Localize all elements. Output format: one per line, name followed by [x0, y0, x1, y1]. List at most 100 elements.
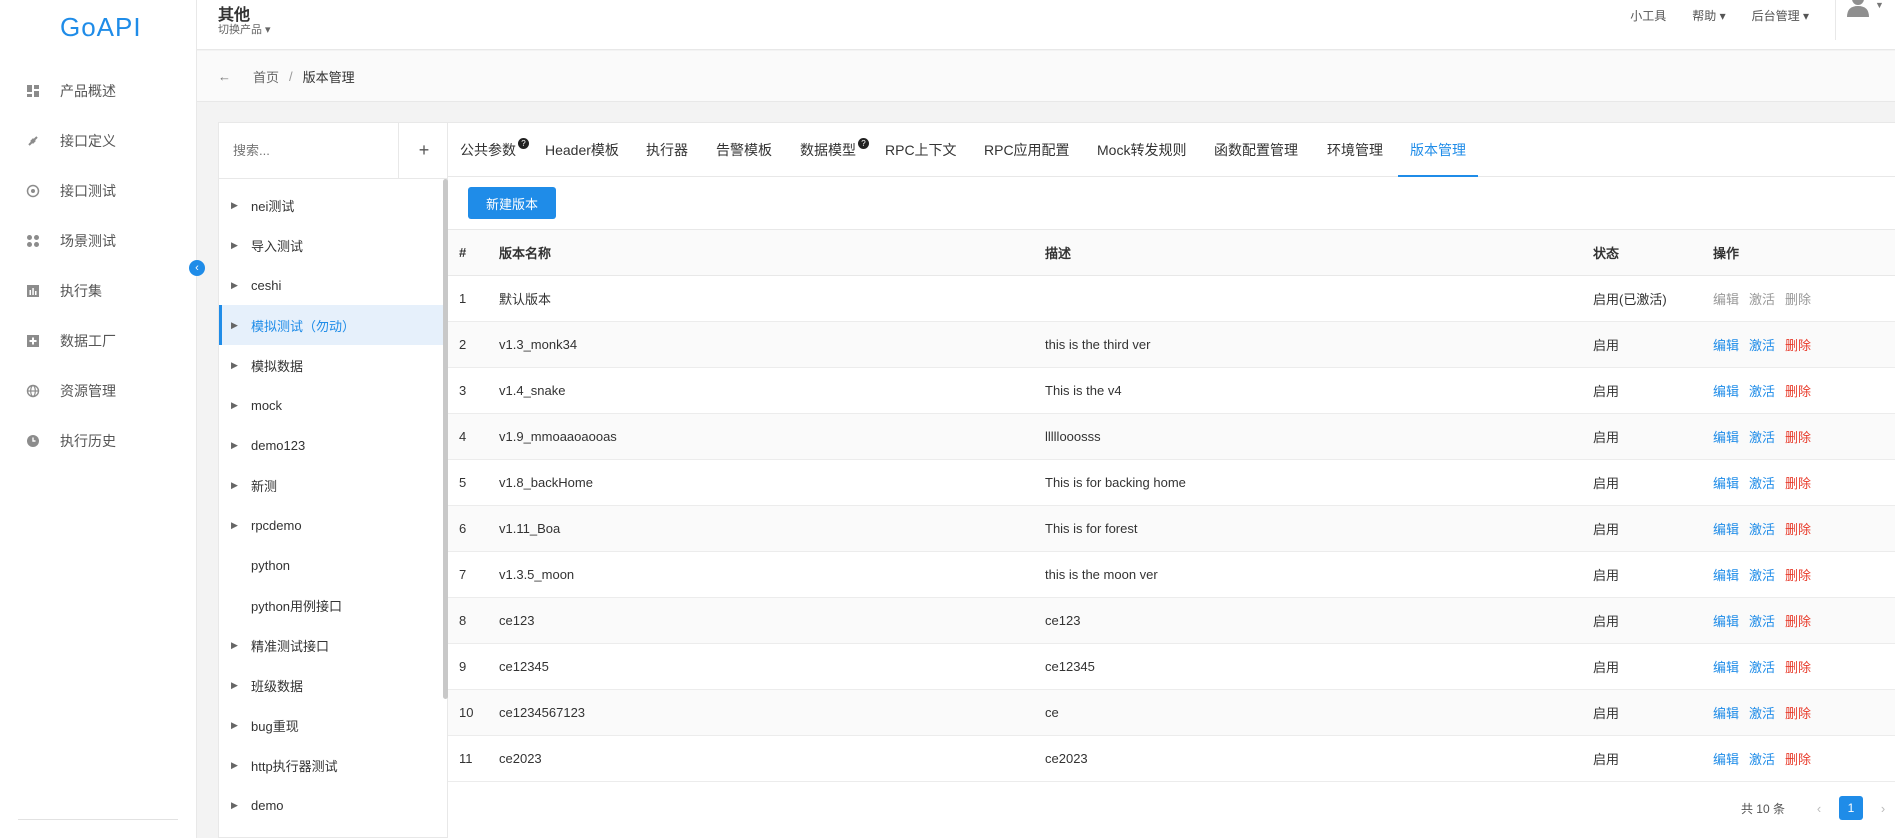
- caret-right-icon[interactable]: ▶: [231, 240, 241, 251]
- nav-item-execution-history[interactable]: 执行历史: [0, 421, 197, 461]
- caret-right-icon[interactable]: ▶: [231, 280, 241, 291]
- nav-item-api-definition[interactable]: 接口定义: [0, 121, 197, 161]
- edit-link[interactable]: 编辑: [1713, 384, 1739, 399]
- tab-alert-template[interactable]: 告警模板: [716, 123, 772, 177]
- tree-item[interactable]: ▶ 导入测试: [219, 225, 445, 265]
- tab-environment[interactable]: 环境管理: [1327, 123, 1383, 177]
- tree-item-selected[interactable]: ▶ 模拟测试（勿动）: [219, 305, 445, 345]
- activate-link[interactable]: 激活: [1749, 476, 1775, 491]
- delete-link[interactable]: 删除: [1785, 476, 1811, 491]
- activate-link[interactable]: 激活: [1749, 430, 1775, 445]
- delete-link[interactable]: 删除: [1785, 522, 1811, 537]
- tree-item[interactable]: ▶ rpcdemo: [219, 505, 445, 545]
- caret-right-icon[interactable]: ▶: [231, 640, 241, 651]
- tab-version-management[interactable]: 版本管理: [1398, 123, 1478, 177]
- delete-link[interactable]: 删除: [1785, 752, 1811, 767]
- tree-item[interactable]: ▶ demo: [219, 785, 445, 825]
- delete-link[interactable]: 删除: [1785, 338, 1811, 353]
- activate-link[interactable]: 激活: [1749, 292, 1775, 307]
- edit-link[interactable]: 编辑: [1713, 660, 1739, 675]
- delete-link[interactable]: 删除: [1785, 292, 1811, 307]
- tab-header-template[interactable]: Header模板: [545, 123, 619, 177]
- back-arrow-icon[interactable]: ←: [218, 69, 231, 84]
- caret-right-icon[interactable]: ▶: [231, 320, 241, 331]
- caret-right-icon[interactable]: ▶: [231, 520, 241, 531]
- tools-link[interactable]: 小工具: [1630, 7, 1666, 24]
- help-icon[interactable]: ?: [518, 138, 529, 149]
- tree-item[interactable]: ▶ mock: [219, 385, 445, 425]
- tab-rpc-context[interactable]: RPC上下文: [885, 123, 957, 177]
- switch-product-dropdown[interactable]: 切换产品 ▾: [218, 21, 271, 37]
- activate-link[interactable]: 激活: [1749, 752, 1775, 767]
- tab-rpc-app-config[interactable]: RPC应用配置: [984, 123, 1070, 177]
- caret-right-icon[interactable]: ▶: [231, 360, 241, 371]
- caret-right-icon[interactable]: ▶: [231, 800, 241, 811]
- user-menu[interactable]: ▼: [1835, 0, 1895, 40]
- delete-link[interactable]: 删除: [1785, 706, 1811, 721]
- tree-item[interactable]: ▶ http执行器测试: [219, 745, 445, 785]
- caret-right-icon[interactable]: ▶: [231, 680, 241, 691]
- caret-right-icon[interactable]: ▶: [231, 200, 241, 211]
- delete-link[interactable]: 删除: [1785, 384, 1811, 399]
- tab-executor[interactable]: 执行器: [646, 123, 688, 177]
- delete-link[interactable]: 删除: [1785, 430, 1811, 445]
- next-page-icon[interactable]: ›: [1871, 801, 1895, 816]
- edit-link[interactable]: 编辑: [1713, 522, 1739, 537]
- cell-index: 4: [448, 413, 499, 460]
- delete-link[interactable]: 删除: [1785, 614, 1811, 629]
- nav-item-scenario-test[interactable]: 场景测试: [0, 221, 197, 261]
- tree-item[interactable]: python用例接口: [219, 585, 445, 625]
- tree-item[interactable]: ▶ demo123: [219, 425, 445, 465]
- tab-data-model[interactable]: 数据模型?: [800, 123, 869, 177]
- edit-link[interactable]: 编辑: [1713, 430, 1739, 445]
- tree-item[interactable]: ▶ bug重现: [219, 705, 445, 745]
- tree-item[interactable]: ▶ 新测: [219, 465, 445, 505]
- tree-item[interactable]: ▶ nei测试: [219, 185, 445, 225]
- tab-function-config[interactable]: 函数配置管理: [1214, 123, 1298, 177]
- prev-page-icon[interactable]: ‹: [1807, 801, 1831, 816]
- add-node-button[interactable]: +: [399, 123, 449, 179]
- tree-item[interactable]: ▶ 班级数据: [219, 665, 445, 705]
- tab-mock-forward-rules[interactable]: Mock转发规则: [1097, 123, 1186, 177]
- activate-link[interactable]: 激活: [1749, 568, 1775, 583]
- activate-link[interactable]: 激活: [1749, 660, 1775, 675]
- goapi-logo[interactable]: GoAPI: [60, 12, 142, 43]
- tree-item[interactable]: python: [219, 545, 445, 585]
- tree-item[interactable]: ▶ ceshi: [219, 265, 445, 305]
- nav-item-execution-set[interactable]: 执行集: [0, 271, 197, 311]
- edit-link[interactable]: 编辑: [1713, 476, 1739, 491]
- activate-link[interactable]: 激活: [1749, 614, 1775, 629]
- tree-search-input[interactable]: [233, 143, 383, 158]
- nav-item-data-factory[interactable]: 数据工厂: [0, 321, 197, 361]
- delete-link[interactable]: 删除: [1785, 660, 1811, 675]
- new-version-button[interactable]: 新建版本: [468, 187, 556, 219]
- nav-item-resource-management[interactable]: 资源管理: [0, 371, 197, 411]
- edit-link[interactable]: 编辑: [1713, 292, 1739, 307]
- delete-link[interactable]: 删除: [1785, 568, 1811, 583]
- activate-link[interactable]: 激活: [1749, 522, 1775, 537]
- edit-link[interactable]: 编辑: [1713, 706, 1739, 721]
- activate-link[interactable]: 激活: [1749, 338, 1775, 353]
- help-dropdown[interactable]: 帮助 ▾: [1692, 7, 1725, 24]
- breadcrumb-home[interactable]: 首页: [253, 67, 279, 86]
- edit-link[interactable]: 编辑: [1713, 568, 1739, 583]
- nav-item-api-test[interactable]: 接口测试: [0, 171, 197, 211]
- tree-item[interactable]: ▶ 模拟数据: [219, 345, 445, 385]
- caret-right-icon[interactable]: ▶: [231, 480, 241, 491]
- activate-link[interactable]: 激活: [1749, 384, 1775, 399]
- caret-right-icon[interactable]: ▶: [231, 440, 241, 451]
- caret-right-icon[interactable]: ▶: [231, 760, 241, 771]
- activate-link[interactable]: 激活: [1749, 706, 1775, 721]
- caret-right-icon[interactable]: ▶: [231, 720, 241, 731]
- admin-dropdown[interactable]: 后台管理 ▾: [1752, 7, 1809, 24]
- caret-right-icon[interactable]: ▶: [231, 400, 241, 411]
- edit-link[interactable]: 编辑: [1713, 752, 1739, 767]
- edit-link[interactable]: 编辑: [1713, 614, 1739, 629]
- help-icon[interactable]: ?: [858, 138, 869, 149]
- collapse-sidebar-icon[interactable]: ‹: [189, 260, 205, 276]
- nav-item-overview[interactable]: 产品概述: [0, 71, 197, 111]
- tab-public-params[interactable]: 公共参数?: [460, 123, 529, 177]
- page-number-current[interactable]: 1: [1839, 796, 1863, 820]
- edit-link[interactable]: 编辑: [1713, 338, 1739, 353]
- tree-item[interactable]: ▶ 精准测试接口: [219, 625, 445, 665]
